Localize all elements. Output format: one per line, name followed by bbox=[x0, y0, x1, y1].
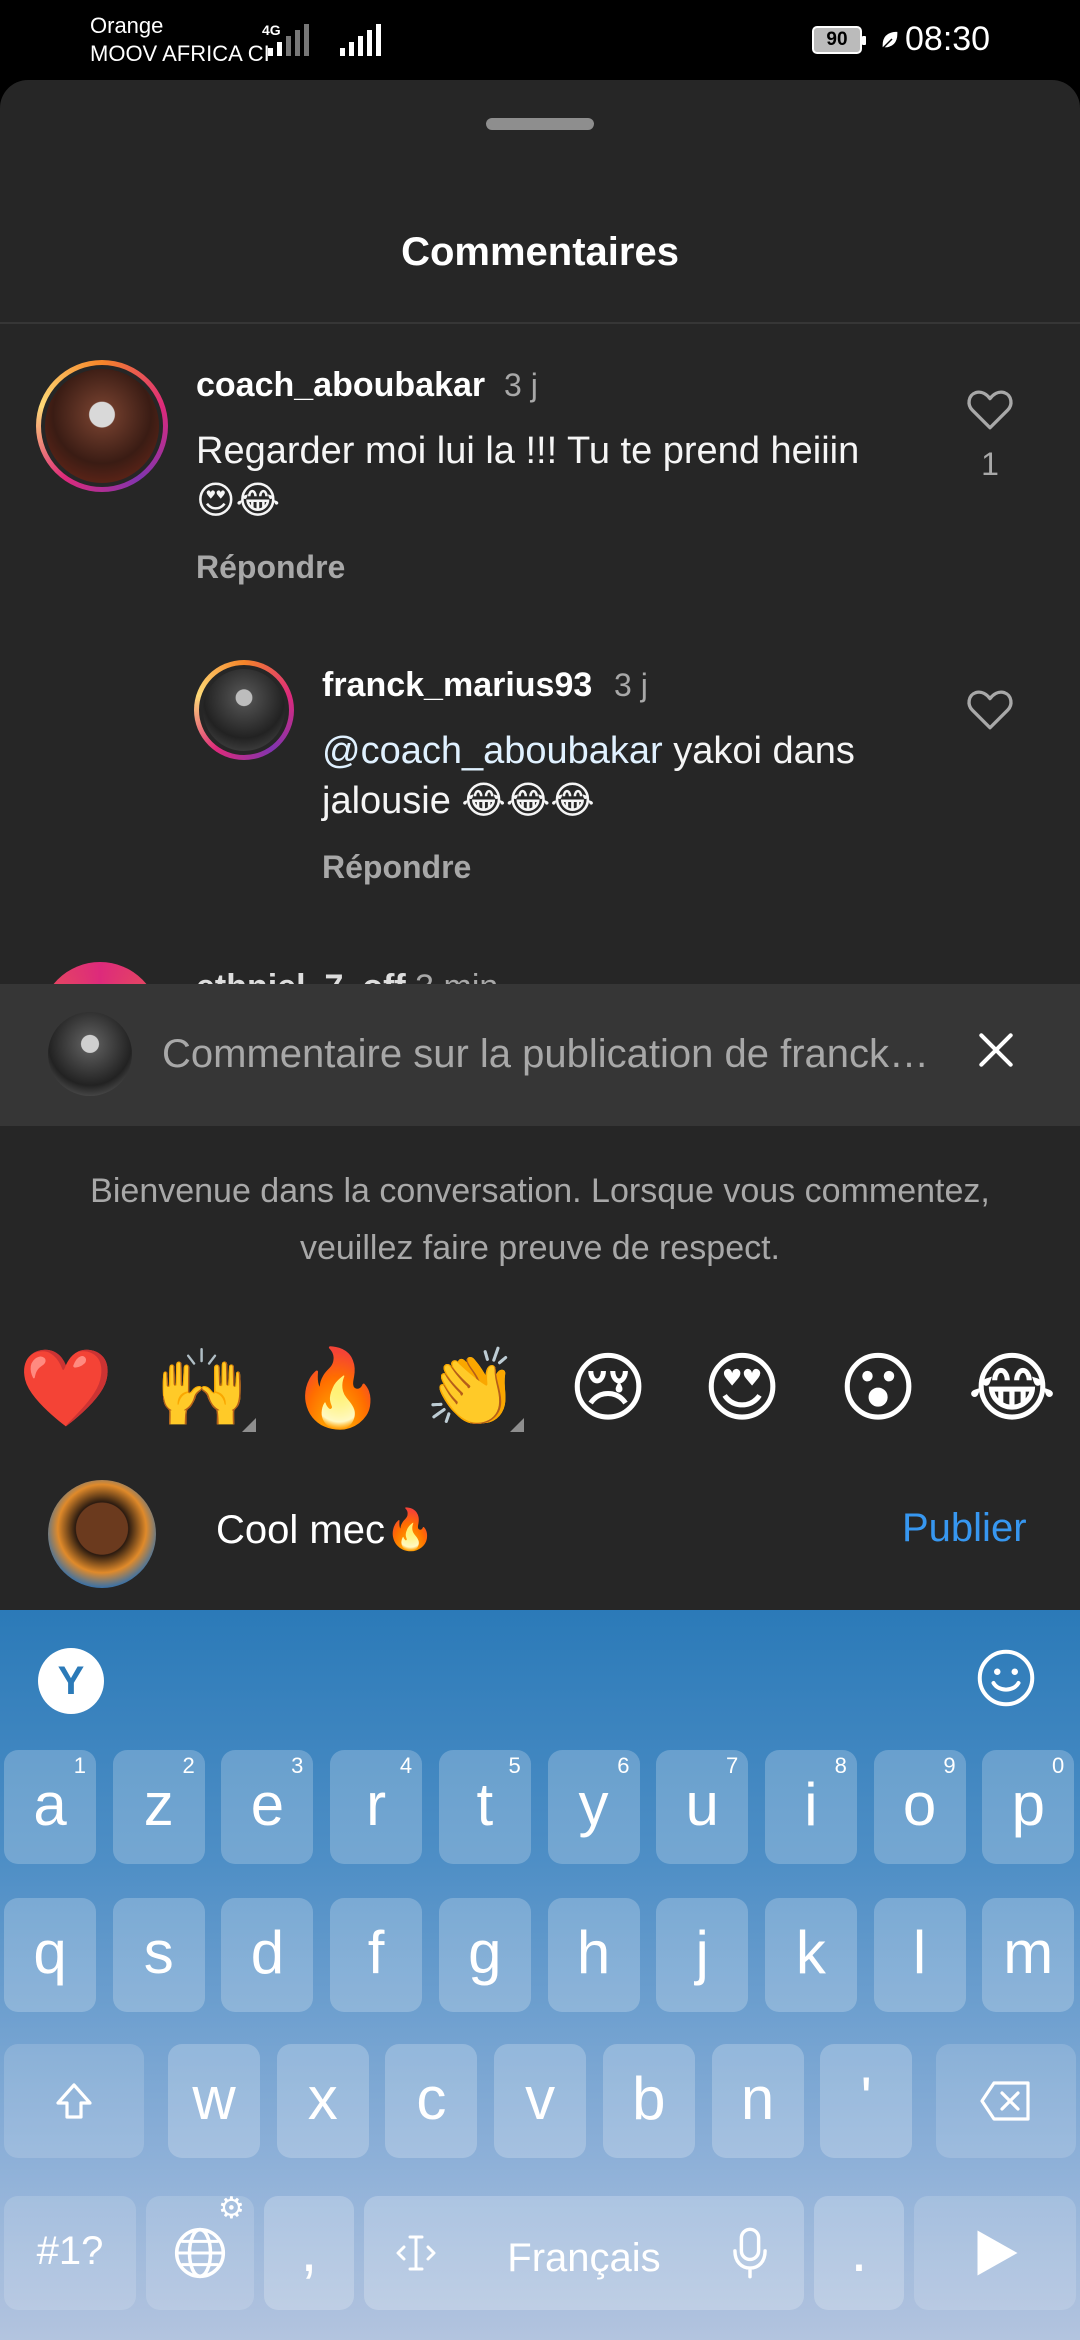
like-count: 1 bbox=[981, 446, 999, 482]
carrier-line-2: MOOV AFRICA CI bbox=[90, 41, 270, 66]
key-m[interactable]: m bbox=[982, 1898, 1075, 2012]
comment-username[interactable]: coach_aboubakar bbox=[196, 366, 485, 405]
space-key-label: Français bbox=[507, 2236, 661, 2280]
skin-tone-indicator bbox=[242, 1418, 256, 1432]
comment-username[interactable]: franck_marius93 bbox=[322, 666, 592, 705]
key-r[interactable]: r4 bbox=[330, 1750, 423, 1864]
key-f[interactable]: f bbox=[330, 1898, 423, 2012]
carrier-line-1: Orange bbox=[90, 13, 164, 38]
like-heart-icon[interactable] bbox=[965, 386, 1015, 432]
keyboard: Y #1? ⚙ , Français . a1z2e3r4t5y6u7i8o9p… bbox=[0, 1610, 1080, 2340]
key-d[interactable]: d bbox=[221, 1898, 314, 2012]
space-key[interactable]: Français bbox=[364, 2196, 804, 2310]
skin-tone-indicator bbox=[510, 1418, 524, 1432]
key-z[interactable]: z2 bbox=[112, 1750, 205, 1864]
key-t[interactable]: t5 bbox=[438, 1750, 531, 1864]
key-a[interactable]: a1 bbox=[4, 1750, 96, 1864]
clock: 08:30 bbox=[905, 20, 991, 58]
welcome-message: Bienvenue dans la conversation. Lorsque … bbox=[90, 1172, 990, 1267]
key-j[interactable]: j bbox=[656, 1898, 749, 2012]
key-e[interactable]: e3 bbox=[221, 1750, 314, 1864]
emoji-bar: ❤️ 🙌 🔥 👏 😢 😍 😮 😂 bbox=[0, 1340, 1080, 1440]
comment-time: 3 j bbox=[504, 367, 538, 403]
comment-text: @coach_aboubakar yakoi dans jalousie 😂😂😂 bbox=[322, 726, 942, 826]
current-user-avatar bbox=[48, 1480, 156, 1588]
comments-sheet: Commentaires coach_aboubakar 3 j Regarde… bbox=[0, 80, 1080, 1610]
globe-icon[interactable]: ⚙ bbox=[146, 2192, 254, 2310]
emoji-smile-icon[interactable] bbox=[976, 1648, 1036, 1708]
replying-to-text: Commentaire sur la publication de franck… bbox=[162, 1032, 930, 1076]
key-h[interactable]: h bbox=[547, 1898, 640, 2012]
key-l[interactable]: l bbox=[873, 1898, 966, 2012]
key-v[interactable]: v bbox=[494, 2044, 587, 2158]
cursor-move-icon bbox=[396, 2235, 436, 2271]
emoji-heart[interactable]: ❤️ bbox=[18, 1340, 114, 1436]
reply-button[interactable]: Répondre bbox=[196, 549, 345, 586]
signal-icon bbox=[268, 22, 309, 56]
gear-icon: ⚙ bbox=[218, 2192, 245, 2225]
key-o[interactable]: o9 bbox=[873, 1750, 966, 1864]
backspace-key[interactable] bbox=[936, 2044, 1076, 2158]
emoji-raising-hands[interactable]: 🙌 bbox=[154, 1340, 250, 1436]
divider bbox=[0, 322, 1080, 324]
emoji-laughing[interactable]: 😂 bbox=[964, 1340, 1060, 1436]
battery-icon: 90 bbox=[812, 26, 866, 54]
period-key[interactable]: . bbox=[814, 2196, 904, 2310]
drag-handle[interactable] bbox=[486, 118, 594, 130]
avatar[interactable] bbox=[194, 660, 294, 760]
emoji-fire[interactable]: 🔥 bbox=[290, 1340, 386, 1436]
publish-button[interactable]: Publier bbox=[902, 1506, 1027, 1551]
comment-emojis: 😂😂😂 bbox=[461, 780, 595, 822]
comment-emojis: 😍😂 bbox=[196, 480, 281, 522]
key-w[interactable]: w bbox=[168, 2044, 260, 2158]
symbols-key[interactable]: #1? bbox=[4, 2196, 136, 2310]
leaf-icon bbox=[878, 28, 902, 59]
comma-key[interactable]: , bbox=[264, 2196, 354, 2310]
key-c[interactable]: c bbox=[385, 2044, 478, 2158]
replying-to-banner: Commentaire sur la publication de franck… bbox=[0, 984, 1080, 1126]
carrier-info: Orange MOOV AFRICA CI bbox=[90, 12, 270, 68]
key-x[interactable]: x bbox=[276, 2044, 369, 2158]
key-i[interactable]: i8 bbox=[764, 1750, 857, 1864]
key-u[interactable]: u7 bbox=[656, 1750, 749, 1864]
emoji-crying[interactable]: 😢 bbox=[560, 1340, 656, 1436]
key-p[interactable]: p0 bbox=[982, 1750, 1075, 1864]
comment-body: Regarder moi lui la !!! Tu te prend heii… bbox=[196, 430, 860, 472]
emoji-surprised[interactable]: 😮 bbox=[830, 1340, 926, 1436]
key-n[interactable]: n bbox=[711, 2044, 804, 2158]
key-s[interactable]: s bbox=[112, 1898, 205, 2012]
comment-time: 3 j bbox=[614, 667, 648, 703]
mention-link[interactable]: @coach_aboubakar bbox=[322, 730, 663, 772]
key-k[interactable]: k bbox=[764, 1898, 857, 2012]
close-icon[interactable] bbox=[974, 1028, 1018, 1072]
microphone-icon[interactable] bbox=[728, 2225, 772, 2281]
sheet-title: Commentaires bbox=[401, 230, 679, 274]
key-g[interactable]: g bbox=[438, 1898, 531, 2012]
comment-input[interactable]: Cool mec🔥 bbox=[216, 1506, 435, 1553]
comment-text: Regarder moi lui la !!! Tu te prend heii… bbox=[196, 426, 936, 526]
send-icon[interactable] bbox=[914, 2196, 1076, 2310]
emoji-clapping[interactable]: 👏 bbox=[424, 1340, 520, 1436]
like-heart-icon[interactable] bbox=[965, 686, 1015, 732]
avatar[interactable] bbox=[36, 360, 168, 492]
key-q[interactable]: q bbox=[4, 1898, 96, 2012]
avatar bbox=[48, 1012, 132, 1096]
key-b[interactable]: b bbox=[602, 2044, 695, 2158]
reply-button[interactable]: Répondre bbox=[322, 849, 471, 886]
signal-icon-2 bbox=[340, 22, 381, 56]
key-y[interactable]: y6 bbox=[547, 1750, 640, 1864]
status-bar: Orange MOOV AFRICA CI 4G 90 08:30 bbox=[0, 0, 1080, 80]
key-apostrophe[interactable]: ' bbox=[820, 2044, 913, 2158]
shift-key[interactable] bbox=[4, 2044, 144, 2158]
emoji-heart-eyes[interactable]: 😍 bbox=[694, 1340, 790, 1436]
keyboard-logo[interactable]: Y bbox=[38, 1648, 104, 1714]
